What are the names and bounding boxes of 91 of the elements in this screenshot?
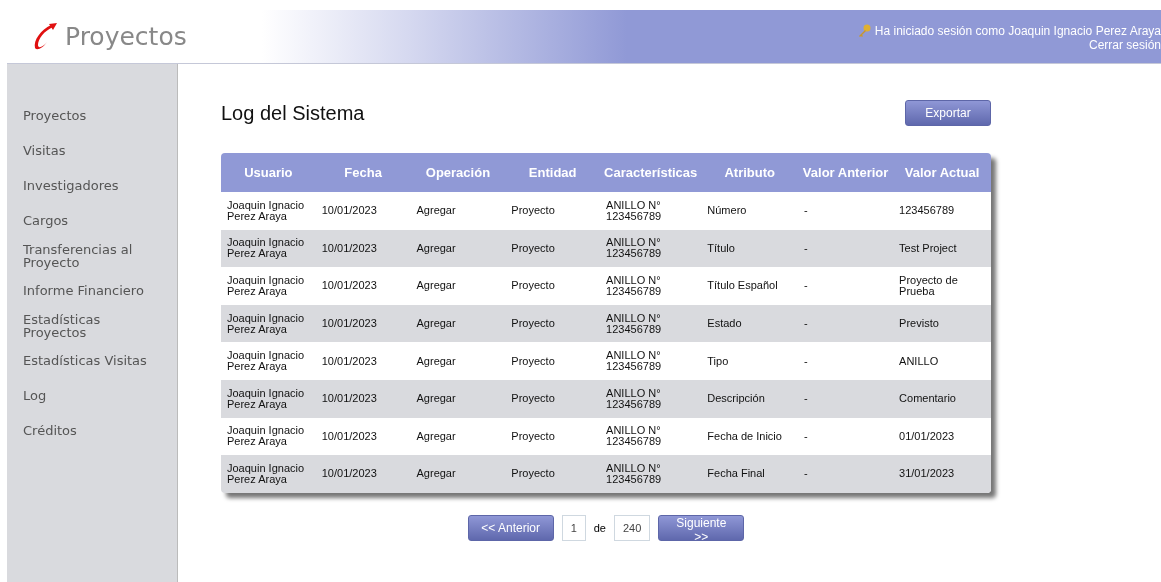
previous-button[interactable]: << Anterior [467, 514, 554, 541]
table-cell: 10/01/2023 [315, 379, 411, 418]
table-cell: Agregar [410, 304, 506, 343]
table-cell: Previsto [893, 304, 991, 343]
table-cell: 10/01/2023 [315, 455, 411, 493]
table-cell: Agregar [410, 342, 506, 380]
column-header: Valor Anterior [798, 153, 894, 192]
table-cell: Proyecto [505, 417, 601, 456]
table-cell: Joaquin Ignacio Perez Araya [221, 192, 316, 230]
table-cell: Proyecto [505, 192, 601, 230]
table-cell: ANILLO N° 123456789 [600, 417, 702, 456]
session-text: Ha iniciado sesión como Joaquin Ignacio Perez Araya [874, 24, 1161, 38]
table-cell: Joaquin Ignacio Perez Araya [221, 267, 316, 305]
column-header: Entidad [505, 153, 601, 192]
table-cell: Agregar [410, 379, 506, 418]
sidebar-item[interactable]: Transferencias al Proyecto [7, 238, 177, 273]
table-cell: Test Project [893, 229, 991, 268]
table-cell: Joaquin Ignacio Perez Araya [221, 229, 316, 268]
table-cell: Joaquin Ignacio Perez Araya [221, 417, 316, 456]
table-cell: Joaquin Ignacio Perez Araya [221, 455, 316, 493]
table-cell: Agregar [410, 455, 506, 493]
table-cell: Comentario [893, 379, 991, 418]
table-cell: ANILLO [893, 342, 991, 380]
table-cell: Proyecto [505, 229, 601, 268]
table-cell: ANILLO N° 123456789 [600, 379, 702, 418]
sidebar-item[interactable]: Estadísticas Visitas [7, 343, 177, 378]
table-cell: Tipo [701, 342, 799, 380]
table-cell: Joaquin Ignacio Perez Araya [221, 379, 316, 418]
table-cell: - [798, 192, 894, 230]
table-cell: - [798, 455, 894, 493]
table-cell: - [798, 379, 894, 418]
table-cell: - [798, 342, 894, 380]
sidebar-item[interactable]: Visitas [7, 133, 177, 168]
table-cell: 31/01/2023 [893, 455, 991, 493]
table-cell: 10/01/2023 [315, 304, 411, 343]
table-cell: ANILLO N° 123456789 [600, 267, 702, 305]
table-cell: 123456789 [893, 192, 991, 230]
table-cell: Proyecto [505, 455, 601, 493]
sidebar-item[interactable]: Informe Financiero [7, 273, 177, 308]
logo-text: Proyectos [65, 22, 187, 51]
table-cell: ANILLO N° 123456789 [600, 304, 702, 343]
sidebar-item[interactable]: Créditos [7, 413, 177, 448]
table-cell: Proyecto [505, 267, 601, 305]
table-cell: Agregar [410, 229, 506, 268]
table-cell: ANILLO N° 123456789 [600, 229, 702, 268]
table-cell: Agregar [410, 267, 506, 305]
sidebar-item[interactable]: Log [7, 378, 177, 413]
column-header: Fecha [315, 153, 411, 192]
sidebar-item[interactable]: Cargos [7, 203, 177, 238]
table-cell: Descripción [701, 379, 799, 418]
sidebar-item[interactable]: Estadísticas Proyectos [7, 308, 177, 343]
table-cell: Proyecto [505, 379, 601, 418]
column-header: Operación [410, 153, 506, 192]
sidebar-item[interactable]: Proyectos [7, 98, 177, 133]
table-cell: 10/01/2023 [315, 267, 411, 305]
table-cell: Proyecto [505, 342, 601, 380]
table-cell: - [798, 267, 894, 305]
table-cell: Título [701, 229, 799, 268]
table-cell: 10/01/2023 [315, 229, 411, 268]
table-cell: - [798, 229, 894, 268]
table-cell: Fecha de Inicio [701, 417, 799, 456]
table-cell: Agregar [410, 417, 506, 456]
page-field[interactable]: 1 [561, 514, 586, 541]
total-pages: 240 [614, 514, 651, 541]
table-cell: 10/01/2023 [315, 192, 411, 230]
sidebar-item[interactable]: Investigadores [7, 168, 177, 203]
table-cell: Número [701, 192, 799, 230]
table-cell: 01/01/2023 [893, 417, 991, 456]
table-cell: Proyecto de Prueba [893, 267, 991, 305]
of-label: de [593, 521, 606, 534]
table-cell: Joaquin Ignacio Perez Araya [221, 342, 316, 380]
page-title: Log del Sistema [221, 101, 365, 125]
table-cell: 10/01/2023 [315, 342, 411, 380]
table-cell: - [798, 304, 894, 343]
next-button[interactable]: Siguiente >> [658, 514, 745, 541]
table-cell: - [798, 417, 894, 456]
column-header: Características [600, 153, 702, 192]
column-header: Valor Actual [893, 153, 991, 192]
table-cell: ANILLO N° 123456789 [600, 192, 702, 230]
table-cell: Título Español [701, 267, 799, 305]
table-cell: Fecha Final [701, 455, 799, 493]
export-button[interactable]: Exportar [905, 100, 991, 126]
table-cell: ANILLO N° 123456789 [600, 455, 702, 493]
table-cell: Agregar [410, 192, 506, 230]
table-cell: 10/01/2023 [315, 417, 411, 456]
table-cell: Estado [701, 304, 799, 343]
table-cell: ANILLO N° 123456789 [600, 342, 702, 380]
table-cell: Proyecto [505, 304, 601, 343]
column-header: Usuario [221, 153, 316, 192]
table-cell: Joaquin Ignacio Perez Araya [221, 304, 316, 343]
column-header: Atributo [701, 153, 799, 192]
